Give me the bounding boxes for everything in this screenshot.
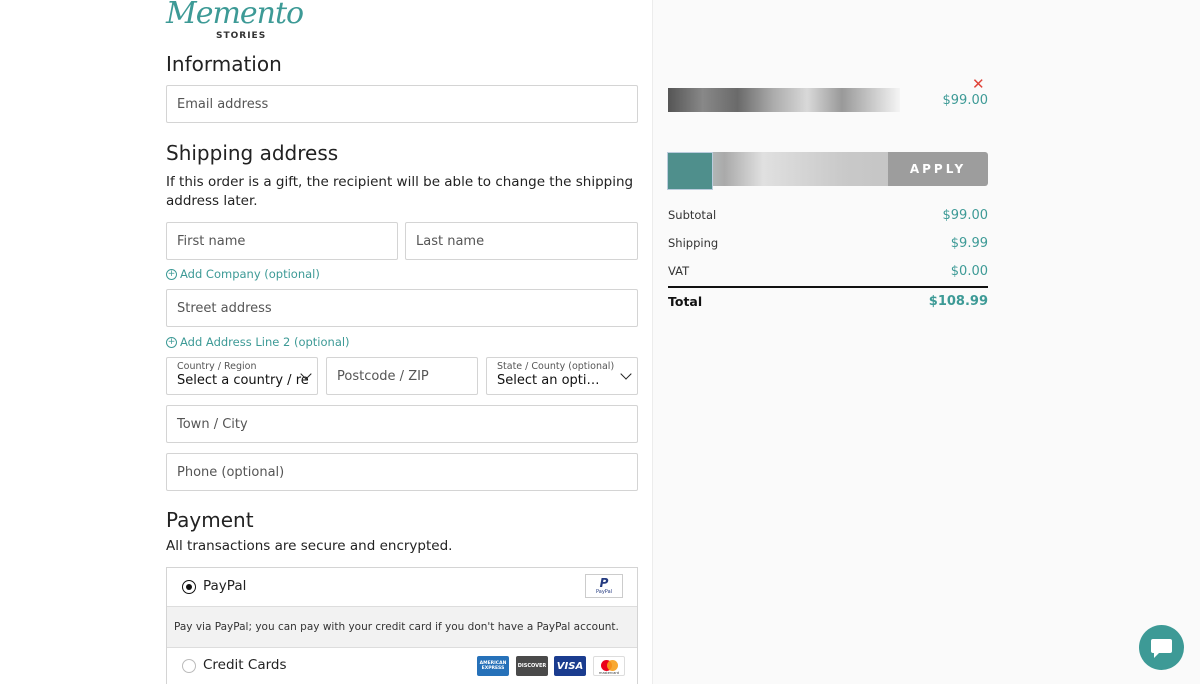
credit-cards-label[interactable]: Credit Cards <box>203 657 287 673</box>
vat-value: $0.00 <box>950 264 988 279</box>
paypal-logo-text: PayPal <box>595 589 613 595</box>
visa-icon: VISA <box>554 656 586 676</box>
add-circle-icon: + <box>166 268 177 280</box>
coupon-thumb <box>667 152 713 190</box>
amex-text: AMERICAN EXPRESS <box>479 661 507 671</box>
last-name-field[interactable]: Last name <box>405 222 638 260</box>
chat-button[interactable] <box>1139 625 1184 670</box>
country-label: Country / Region <box>177 361 257 372</box>
phone-field[interactable]: Phone (optional) <box>166 453 638 491</box>
apply-button-label: APPLY <box>909 162 967 176</box>
add-company-link[interactable]: + Add Company (optional) <box>166 267 320 281</box>
phone-placeholder: Phone (optional) <box>177 464 285 480</box>
paypal-description: Pay via PayPal; you can pay with your cr… <box>167 606 637 648</box>
postcode-placeholder: Postcode / ZIP <box>337 368 429 384</box>
mastercard-text: mastercard <box>599 671 619 675</box>
add-circle-icon: + <box>166 336 177 348</box>
last-name-placeholder: Last name <box>416 233 485 249</box>
email-field[interactable]: Email address <box>166 85 638 123</box>
payment-title: Payment <box>166 508 254 532</box>
product-image <box>668 88 900 112</box>
total-divider <box>668 286 988 288</box>
total-value: $108.99 <box>928 294 988 309</box>
information-title: Information <box>166 52 282 76</box>
payment-methods: PayPal P PayPal Pay via PayPal; you can … <box>166 567 638 684</box>
subtotal-value: $99.00 <box>942 208 989 223</box>
street-address-field[interactable]: Street address <box>166 289 638 327</box>
shipping-title: Shipping address <box>166 141 339 165</box>
chat-bubble-icon <box>1151 639 1172 658</box>
vat-row: VAT $0.00 <box>668 264 988 279</box>
mastercard-icon: mastercard <box>593 656 625 676</box>
shipping-value: $9.99 <box>950 236 988 251</box>
logo-sub: STORIES <box>216 31 267 41</box>
paypal-logo-icon: P PayPal <box>585 574 623 598</box>
memento-stories-logo[interactable]: Memento STORIES <box>166 0 304 44</box>
street-placeholder: Street address <box>177 300 272 316</box>
visa-text: VISA <box>556 660 584 672</box>
subtotal-label: Subtotal <box>668 208 717 222</box>
first-name-field[interactable]: First name <box>166 222 398 260</box>
paypal-radio[interactable] <box>182 580 196 594</box>
remove-item-icon[interactable]: ✕ <box>972 75 985 93</box>
discover-icon: DISCOVER <box>516 656 548 676</box>
add-address2-label: Add Address Line 2 (optional) <box>180 335 350 349</box>
email-placeholder: Email address <box>177 96 269 112</box>
first-name-placeholder: First name <box>177 233 246 249</box>
total-label: Total <box>668 294 703 309</box>
town-city-field[interactable]: Town / City <box>166 405 638 443</box>
payment-note: All transactions are secure and encrypte… <box>166 538 453 554</box>
state-select[interactable]: State / County (optional) Select an opti… <box>486 357 638 395</box>
paypal-description-text: Pay via PayPal; you can pay with your cr… <box>174 621 619 633</box>
shipping-row: Shipping $9.99 <box>668 236 988 251</box>
country-select[interactable]: Country / Region Select a country / regi… <box>166 357 318 395</box>
paypal-label[interactable]: PayPal <box>203 578 246 594</box>
town-placeholder: Town / City <box>177 416 248 432</box>
add-company-label: Add Company (optional) <box>180 267 320 281</box>
subtotal-row: Subtotal $99.00 <box>668 208 989 223</box>
state-value: Select an option… <box>497 373 607 388</box>
postcode-field[interactable]: Postcode / ZIP <box>326 357 478 395</box>
shipping-label: Shipping <box>668 236 719 250</box>
shipping-note: If this order is a gift, the recipient w… <box>166 174 634 209</box>
amex-icon: AMERICAN EXPRESS <box>477 656 509 676</box>
total-row: Total $108.99 <box>668 294 988 309</box>
logo-script: Memento <box>166 0 304 31</box>
state-label: State / County (optional) <box>497 361 615 372</box>
apply-button[interactable]: APPLY <box>888 152 988 186</box>
discover-text: DISCOVER <box>517 663 547 669</box>
vat-label: VAT <box>668 264 690 278</box>
item-price: $99.00 <box>942 93 989 108</box>
add-address-line-2-link[interactable]: + Add Address Line 2 (optional) <box>166 335 350 349</box>
credit-card-radio[interactable] <box>182 659 196 673</box>
country-value: Select a country / region… <box>177 373 309 388</box>
